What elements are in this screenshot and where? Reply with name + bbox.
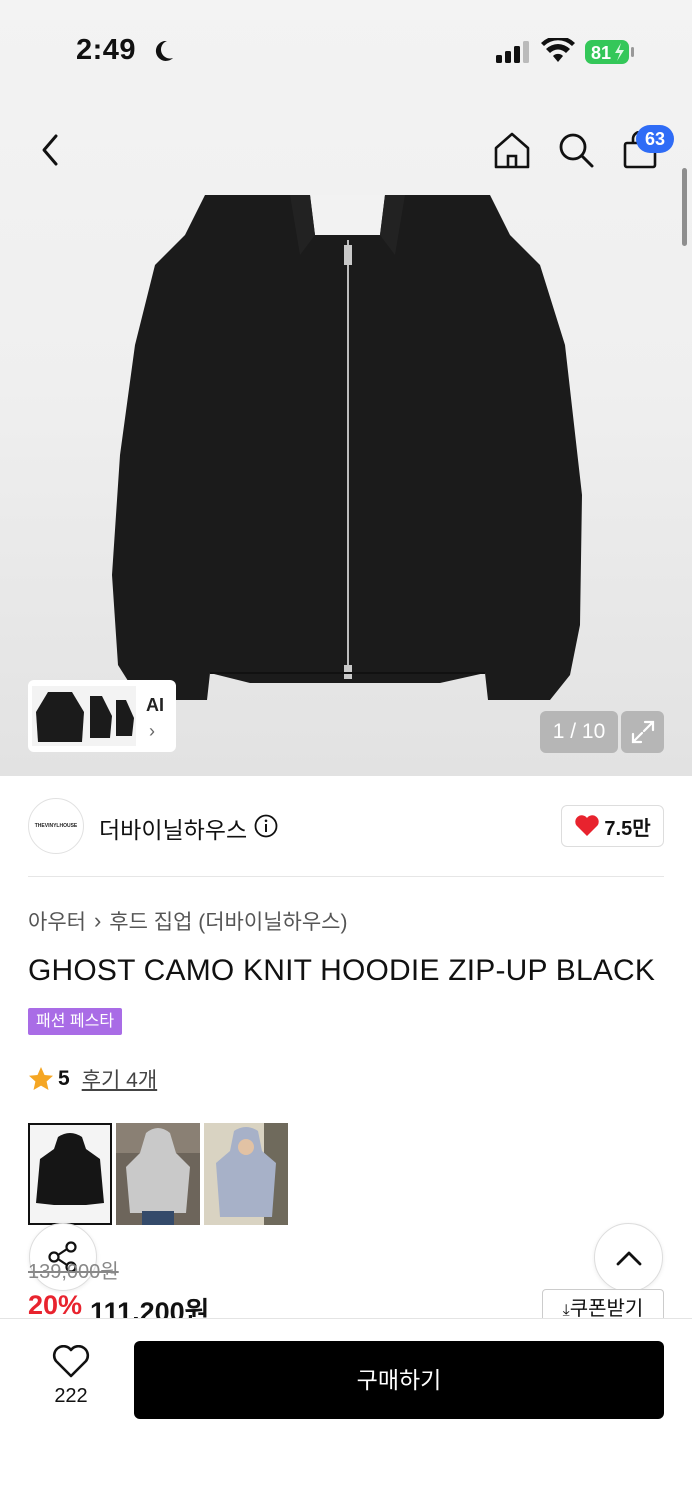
chevron-left-icon [42, 134, 58, 166]
ai-thumbnail [88, 686, 114, 746]
scroll-to-top-button[interactable] [594, 1223, 663, 1292]
buy-button[interactable]: 구매하기 [134, 1341, 664, 1419]
home-button[interactable] [490, 128, 534, 172]
back-button[interactable] [30, 128, 70, 172]
status-time: 2:49 [76, 34, 137, 66]
ai-thumbnail [32, 686, 88, 746]
expand-image-button[interactable] [621, 711, 664, 753]
brand-like-count: 7.5만 [604, 817, 651, 840]
brand-logo-text: THEVINYLHOUSE [34, 823, 78, 829]
chevron-up-icon [616, 1251, 641, 1265]
product-title: GHOST CAMO KNIT HOODIE ZIP-UP BLACK [28, 954, 656, 987]
search-button[interactable] [554, 128, 598, 172]
chevron-right-icon: › [93, 908, 102, 933]
ai-label: AI [146, 695, 164, 715]
breadcrumb-subcategory[interactable]: 후드 집업 (더바이닐하우스) [109, 906, 347, 936]
battery-icon: 81 [585, 40, 634, 64]
home-icon [494, 132, 530, 169]
battery-percent: 81 [591, 43, 611, 63]
search-icon [559, 133, 594, 168]
divider [28, 876, 664, 877]
status-bar: 2:49 81 [0, 0, 692, 100]
review-thumbnail[interactable] [28, 1123, 112, 1225]
chevron-right-icon: › [149, 721, 155, 741]
brand-name[interactable]: 더바이닐하우스 [99, 811, 247, 845]
expand-icon [631, 720, 654, 744]
rating-row: 5 후기 4개 [28, 1064, 157, 1094]
cart-count-badge: 63 [636, 125, 674, 153]
breadcrumb-category[interactable]: 아우터 [28, 906, 86, 936]
heart-outline-icon [52, 1345, 90, 1378]
heart-filled-icon [575, 815, 600, 836]
cellular-signal-icon [496, 41, 529, 63]
brand-logo[interactable]: THEVINYLHOUSE [28, 798, 84, 854]
promo-tag: 패션 페스타 [28, 1008, 123, 1035]
review-count-link[interactable]: 후기 4개 [82, 1064, 157, 1094]
scroll-indicator [682, 168, 687, 246]
review-thumbnail[interactable] [204, 1123, 288, 1225]
brand-like-button[interactable]: 7.5만 [561, 805, 664, 847]
ai-thumbnail [114, 686, 136, 746]
review-thumbnail[interactable] [116, 1123, 200, 1225]
moon-icon [155, 40, 173, 61]
original-price: 139,000원 [28, 1261, 119, 1283]
product-image[interactable] [110, 195, 585, 710]
info-icon[interactable] [254, 814, 278, 838]
breadcrumb: 아우터 › 후드 집업 (더바이닐하우스) [28, 906, 347, 936]
star-icon [29, 1067, 53, 1090]
coupon-label: 쿠폰받기 [569, 1298, 644, 1320]
download-icon: ⤓ [562, 1302, 570, 1319]
rating-score: 5 [58, 1067, 70, 1090]
wishlist-count: 222 [54, 1385, 88, 1407]
wishlist-button[interactable]: 222 [40, 1345, 102, 1417]
wifi-icon [541, 38, 575, 62]
image-page-counter: 1 / 10 [540, 711, 618, 753]
